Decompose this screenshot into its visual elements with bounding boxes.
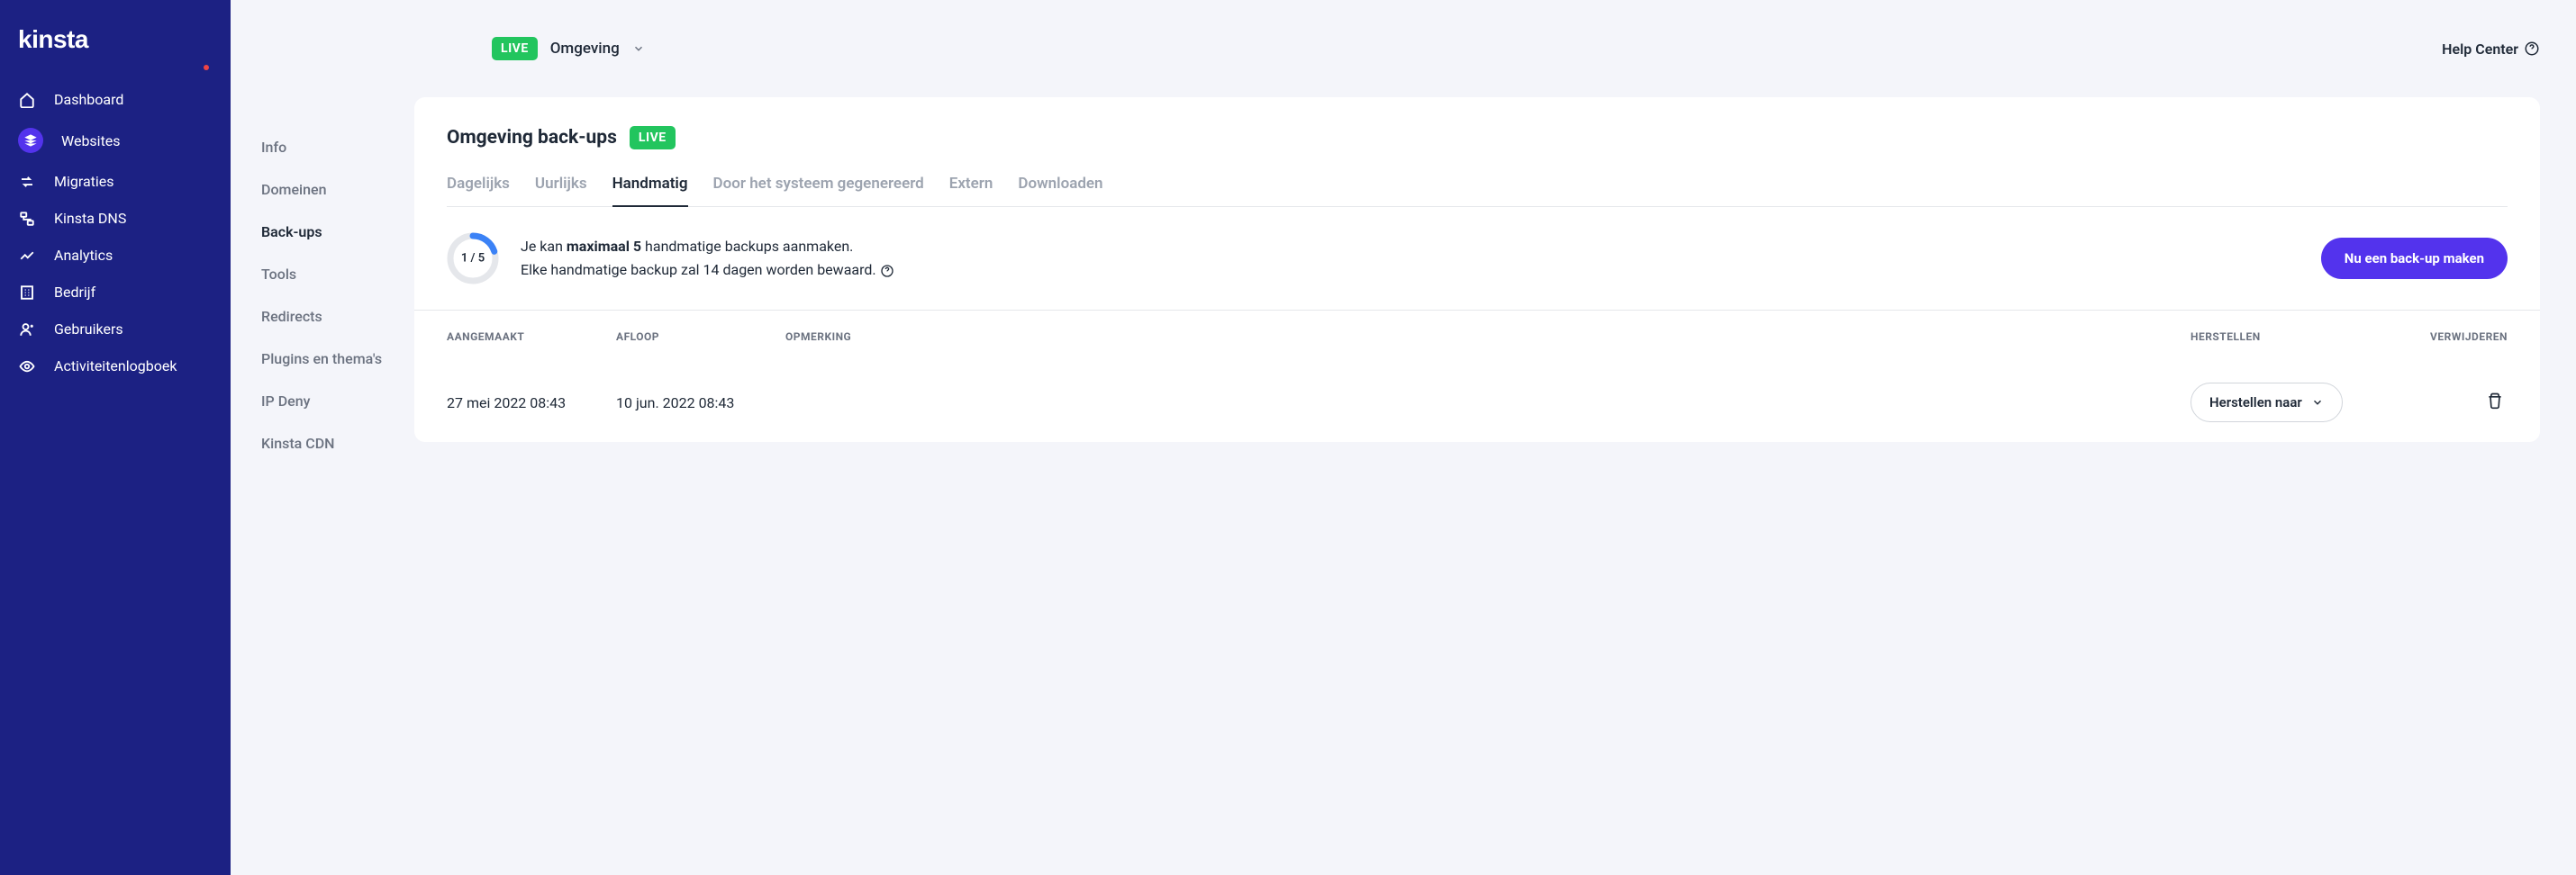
info-left: 1 / 5 Je kan maximaal 5 handmatige backu… (447, 232, 894, 284)
subnav-plugins[interactable]: Plugins en thema's (261, 338, 396, 380)
tabs: Dagelijks Uurlijks Handmatig Door het sy… (447, 175, 2508, 207)
cell-delete (2417, 388, 2508, 417)
analytics-icon (18, 248, 36, 264)
col-header-restore: HERSTELLEN (2191, 330, 2417, 343)
nav-label: Migraties (54, 173, 114, 190)
create-backup-button[interactable]: Nu een back-up maken (2321, 238, 2508, 279)
backup-usage-ring: 1 / 5 (447, 232, 499, 284)
migrate-icon (18, 174, 36, 190)
usage-counter: 1 / 5 (461, 252, 485, 266)
card-header: Omgeving back-ups LIVE Dagelijks Uurlijk… (414, 97, 2540, 207)
logo[interactable]: KINSTA (0, 18, 231, 81)
nav-item-dashboard[interactable]: Dashboard (0, 81, 231, 118)
nav-item-company[interactable]: Bedrijf (0, 274, 231, 311)
logo-text: KINSTA (18, 25, 88, 54)
subnav-cdn[interactable]: Kinsta CDN (261, 422, 396, 465)
card-live-badge: LIVE (630, 126, 676, 149)
company-icon (18, 284, 36, 301)
delete-button[interactable] (2482, 388, 2508, 417)
primary-sidebar: KINSTA Dashboard Websites Migraties Kins… (0, 0, 231, 875)
backups-card: Omgeving back-ups LIVE Dagelijks Uurlijk… (414, 97, 2540, 442)
tab-external[interactable]: Extern (949, 175, 993, 207)
help-center-label: Help Center (2442, 41, 2518, 58)
subnav-info[interactable]: Info (261, 126, 396, 168)
subnav-backups[interactable]: Back-ups (261, 211, 396, 253)
table-row: 27 mei 2022 08:43 10 jun. 2022 08:43 Her… (414, 363, 2540, 442)
users-icon (18, 321, 36, 338)
tab-daily[interactable]: Dagelijks (447, 175, 510, 207)
col-header-expires: AFLOOP (616, 330, 785, 343)
dns-icon (18, 211, 36, 227)
card-title-row: Omgeving back-ups LIVE (447, 126, 2508, 149)
main-content: LIVE Omgeving Help Center Omgeving back-… (414, 0, 2576, 875)
layers-icon (18, 128, 43, 153)
nav-label: Dashboard (54, 91, 123, 108)
home-icon (18, 92, 36, 108)
cell-created: 27 mei 2022 08:43 (447, 394, 616, 411)
top-bar: LIVE Omgeving Help Center (414, 0, 2576, 97)
live-badge: LIVE (492, 37, 538, 60)
info-section: 1 / 5 Je kan maximaal 5 handmatige backu… (414, 207, 2540, 311)
subnav-redirects[interactable]: Redirects (261, 295, 396, 338)
help-center-link[interactable]: Help Center (2442, 41, 2540, 58)
nav-label: Analytics (54, 247, 113, 264)
trash-icon (2486, 392, 2504, 413)
environment-selector[interactable]: LIVE Omgeving (492, 37, 645, 60)
chevron-down-icon (2311, 396, 2324, 409)
notification-dot[interactable] (204, 65, 209, 70)
nav-label: Gebruikers (54, 320, 123, 338)
col-header-delete: VERWIJDEREN (2417, 330, 2508, 343)
info-circle-icon[interactable] (880, 264, 894, 278)
nav-item-dns[interactable]: Kinsta DNS (0, 200, 231, 237)
restore-label: Herstellen naar (2209, 394, 2302, 410)
chevron-down-icon (632, 42, 645, 55)
nav-label: Kinsta DNS (54, 210, 126, 227)
environment-label: Omgeving (550, 40, 620, 58)
subnav-tools[interactable]: Tools (261, 253, 396, 295)
table-header: AANGEMAAKT AFLOOP OPMERKING HERSTELLEN V… (414, 311, 2540, 363)
card-title: Omgeving back-ups (447, 127, 617, 149)
tab-system-generated[interactable]: Door het systeem gegenereerd (713, 175, 924, 207)
nav-item-analytics[interactable]: Analytics (0, 237, 231, 274)
col-header-note: OPMERKING (785, 330, 2191, 343)
tab-manual[interactable]: Handmatig (612, 175, 688, 207)
eye-icon (18, 358, 36, 374)
cell-restore: Herstellen naar (2191, 383, 2417, 422)
col-header-created: AANGEMAAKT (447, 330, 616, 343)
restore-to-button[interactable]: Herstellen naar (2191, 383, 2343, 422)
nav-label: Websites (61, 132, 121, 149)
question-circle-icon (2524, 41, 2540, 57)
nav-label: Activiteitenlogboek (54, 357, 177, 374)
secondary-sidebar: Info Domeinen Back-ups Tools Redirects P… (231, 0, 414, 875)
nav-item-users[interactable]: Gebruikers (0, 311, 231, 347)
info-text: Je kan maximaal 5 handmatige backups aan… (521, 235, 894, 281)
nav-label: Bedrijf (54, 284, 95, 301)
nav-item-websites[interactable]: Websites (0, 118, 231, 163)
tab-hourly[interactable]: Uurlijks (535, 175, 587, 207)
cell-expires: 10 jun. 2022 08:43 (616, 394, 785, 411)
nav-item-migrations[interactable]: Migraties (0, 163, 231, 200)
nav-item-activity-log[interactable]: Activiteitenlogboek (0, 347, 231, 384)
tab-download[interactable]: Downloaden (1018, 175, 1102, 207)
subnav-ipdeny[interactable]: IP Deny (261, 380, 396, 422)
subnav-domains[interactable]: Domeinen (261, 168, 396, 211)
